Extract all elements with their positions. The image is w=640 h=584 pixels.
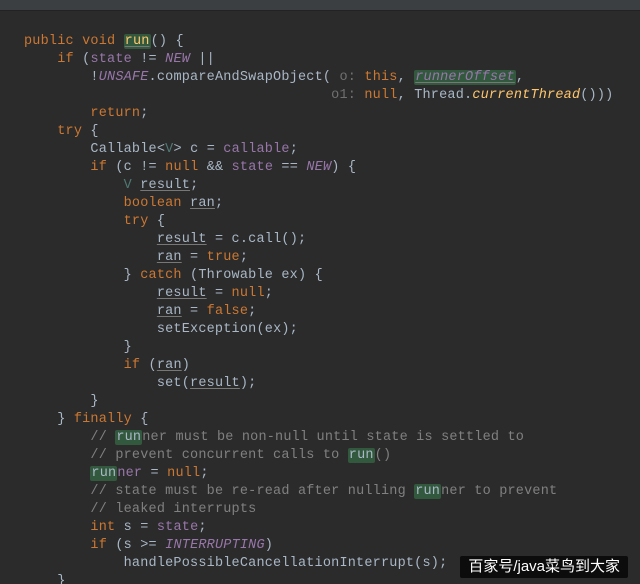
comment: // leaked interrupts <box>90 502 256 517</box>
keyword-finally: finally <box>74 412 132 427</box>
keyword-null: null <box>364 88 397 103</box>
field-state: state <box>232 160 274 175</box>
keyword-catch: catch <box>140 268 182 283</box>
var-c: c <box>232 232 240 247</box>
field-state: state <box>90 52 132 67</box>
keyword-int: int <box>90 520 115 535</box>
method-setexception: setException <box>157 322 257 337</box>
keyword-if: if <box>90 160 107 175</box>
comment: () <box>375 448 392 463</box>
const-new: NEW <box>306 160 331 175</box>
keyword-boolean: boolean <box>124 196 182 211</box>
field-state: state <box>157 520 199 535</box>
var-s: s <box>124 538 132 553</box>
var-ran: ran <box>190 196 215 211</box>
param-hint-o: o: <box>339 70 364 85</box>
comment: ner must be non-null until state is sett… <box>142 430 524 445</box>
const-interrupting: INTERRUPTING <box>165 538 265 553</box>
method-set: set <box>157 376 182 391</box>
code-editor[interactable]: public void run() { if (state != NEW || … <box>0 11 640 584</box>
keyword-true: true <box>207 250 240 265</box>
var-ran: ran <box>157 304 182 319</box>
toolbar <box>0 0 640 11</box>
class-callable: Callable <box>90 142 156 157</box>
comment: // <box>90 430 115 445</box>
var-result: result <box>157 232 207 247</box>
keyword-null: null <box>165 160 198 175</box>
var-ran: ran <box>157 358 182 373</box>
const-new: NEW <box>165 52 190 67</box>
keyword-void: void <box>82 34 115 49</box>
comment: // prevent concurrent calls to <box>90 448 347 463</box>
var-result: result <box>157 286 207 301</box>
highlight-run: run <box>414 484 441 499</box>
keyword-return: return <box>90 106 140 121</box>
keyword-null: null <box>167 466 200 481</box>
var-result: result <box>190 376 240 391</box>
var-ex: ex <box>265 322 282 337</box>
comment: ner to prevent <box>441 484 557 499</box>
keyword-try: try <box>57 124 82 139</box>
field-callable: callable <box>223 142 289 157</box>
highlight-run: run <box>348 448 375 463</box>
keyword-if: if <box>90 538 107 553</box>
watermark: 百家号/java菜鸟到大家 <box>460 556 628 578</box>
var-c: c <box>124 160 132 175</box>
keyword-this: this <box>364 70 397 85</box>
keyword-try: try <box>124 214 149 229</box>
class-throwable: Throwable <box>198 268 273 283</box>
highlight-run: run <box>90 466 117 481</box>
keyword-false: false <box>207 304 249 319</box>
keyword-if: if <box>57 52 74 67</box>
method-call: call <box>248 232 281 247</box>
var-ex: ex <box>281 268 298 283</box>
field-runner: ner <box>117 466 142 481</box>
method-currentthread: currentThread <box>472 88 580 103</box>
field-runneroffset: runnerOffset <box>414 70 516 85</box>
type-v: V <box>165 142 173 157</box>
keyword-if: if <box>124 358 141 373</box>
field-unsafe: UNSAFE <box>99 70 149 85</box>
comment: // state must be re-read after nulling <box>90 484 414 499</box>
class-thread: Thread <box>414 88 464 103</box>
keyword-public: public <box>24 34 74 49</box>
method-cas: compareAndSwapObject <box>157 70 323 85</box>
var-s: s <box>124 520 132 535</box>
var-s: s <box>422 556 430 571</box>
param-hint-o1: o1: <box>331 88 364 103</box>
method-hpc: handlePossibleCancellationInterrupt <box>124 556 415 571</box>
keyword-null: null <box>232 286 265 301</box>
var-result: result <box>140 178 190 193</box>
type-v: V <box>124 178 132 193</box>
var-ran: ran <box>157 250 182 265</box>
method-run: run <box>124 34 151 49</box>
var-c: c <box>190 142 198 157</box>
highlight-run: run <box>115 430 142 445</box>
